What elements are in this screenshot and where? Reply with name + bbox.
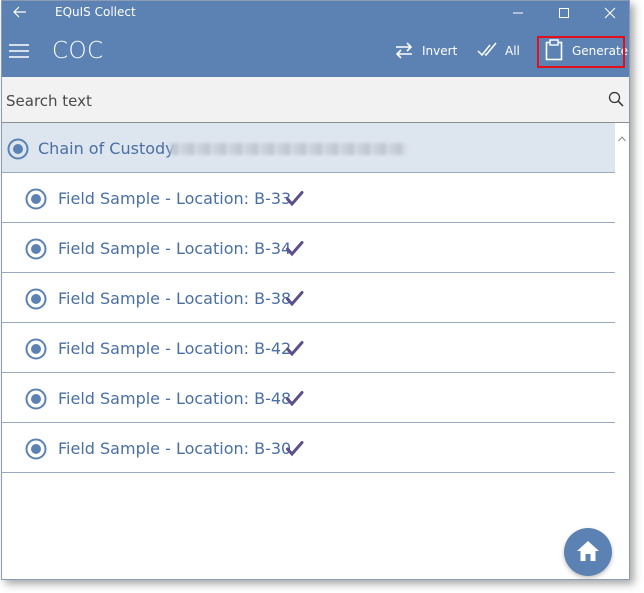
checkmark-icon [286, 441, 304, 461]
sample-list: Chain of Custody Field Sample - Location… [2, 123, 615, 473]
checkmark-icon [286, 241, 304, 261]
app-bar: COC Invert All Generate [2, 25, 629, 77]
radio-selected-icon[interactable] [25, 388, 47, 414]
generate-highlight-box [537, 36, 625, 68]
list-item[interactable]: Field Sample - Location: B-38 [2, 273, 615, 323]
invert-label: Invert [422, 44, 458, 58]
list-item-label: Field Sample - Location: B-38 [58, 289, 292, 308]
hamburger-menu-icon[interactable] [8, 42, 30, 60]
checkmark-icon [286, 291, 304, 311]
home-button[interactable] [564, 528, 612, 576]
maximize-button[interactable] [541, 1, 587, 25]
app-window: EQuIS Collect COC Invert All Generate Se… [1, 0, 630, 580]
search-icon[interactable] [608, 91, 624, 111]
list-item-label: Field Sample - Location: B-33 [58, 189, 292, 208]
window-title: EQuIS Collect [55, 5, 136, 19]
list-item-label: Field Sample - Location: B-42 [58, 339, 292, 358]
page-title: COC [52, 38, 104, 64]
list-item[interactable]: Field Sample - Location: B-30 [2, 423, 615, 473]
double-check-icon [477, 42, 499, 61]
checkmark-icon [286, 391, 304, 411]
group-label: Chain of Custody [38, 139, 175, 158]
radio-selected-icon[interactable] [25, 288, 47, 314]
radio-selected-icon[interactable] [25, 438, 47, 464]
list-item[interactable]: Field Sample - Location: B-33 [2, 173, 615, 223]
swap-arrows-icon [394, 41, 414, 62]
list-item[interactable]: Field Sample - Location: B-34 [2, 223, 615, 273]
list-item[interactable]: Field Sample - Location: B-48 [2, 373, 615, 423]
radio-selected-icon[interactable] [25, 238, 47, 264]
redacted-text [170, 143, 406, 155]
radio-selected-icon[interactable] [25, 338, 47, 364]
close-button[interactable] [587, 1, 629, 25]
list-item-label: Field Sample - Location: B-34 [58, 239, 292, 258]
list-item[interactable]: Field Sample - Location: B-42 [2, 323, 615, 373]
back-arrow-icon[interactable] [12, 4, 28, 20]
checkmark-icon [286, 191, 304, 211]
radio-selected-icon[interactable] [25, 188, 47, 214]
list-item-label: Field Sample - Location: B-30 [58, 439, 292, 458]
invert-button[interactable]: Invert [394, 25, 457, 77]
radio-selected-icon[interactable] [7, 138, 29, 164]
minimize-button[interactable] [495, 1, 541, 25]
search-input[interactable]: Search text [6, 92, 92, 110]
all-label: All [505, 44, 520, 58]
scroll-up-icon[interactable] [618, 127, 626, 146]
title-bar: EQuIS Collect [2, 1, 629, 25]
search-bar[interactable]: Search text [2, 77, 629, 123]
group-header-chain-of-custody[interactable]: Chain of Custody [2, 123, 615, 173]
vertical-scrollbar[interactable] [615, 123, 629, 579]
select-all-button[interactable]: All [477, 25, 520, 77]
list-item-label: Field Sample - Location: B-48 [58, 389, 292, 408]
checkmark-icon [286, 341, 304, 361]
